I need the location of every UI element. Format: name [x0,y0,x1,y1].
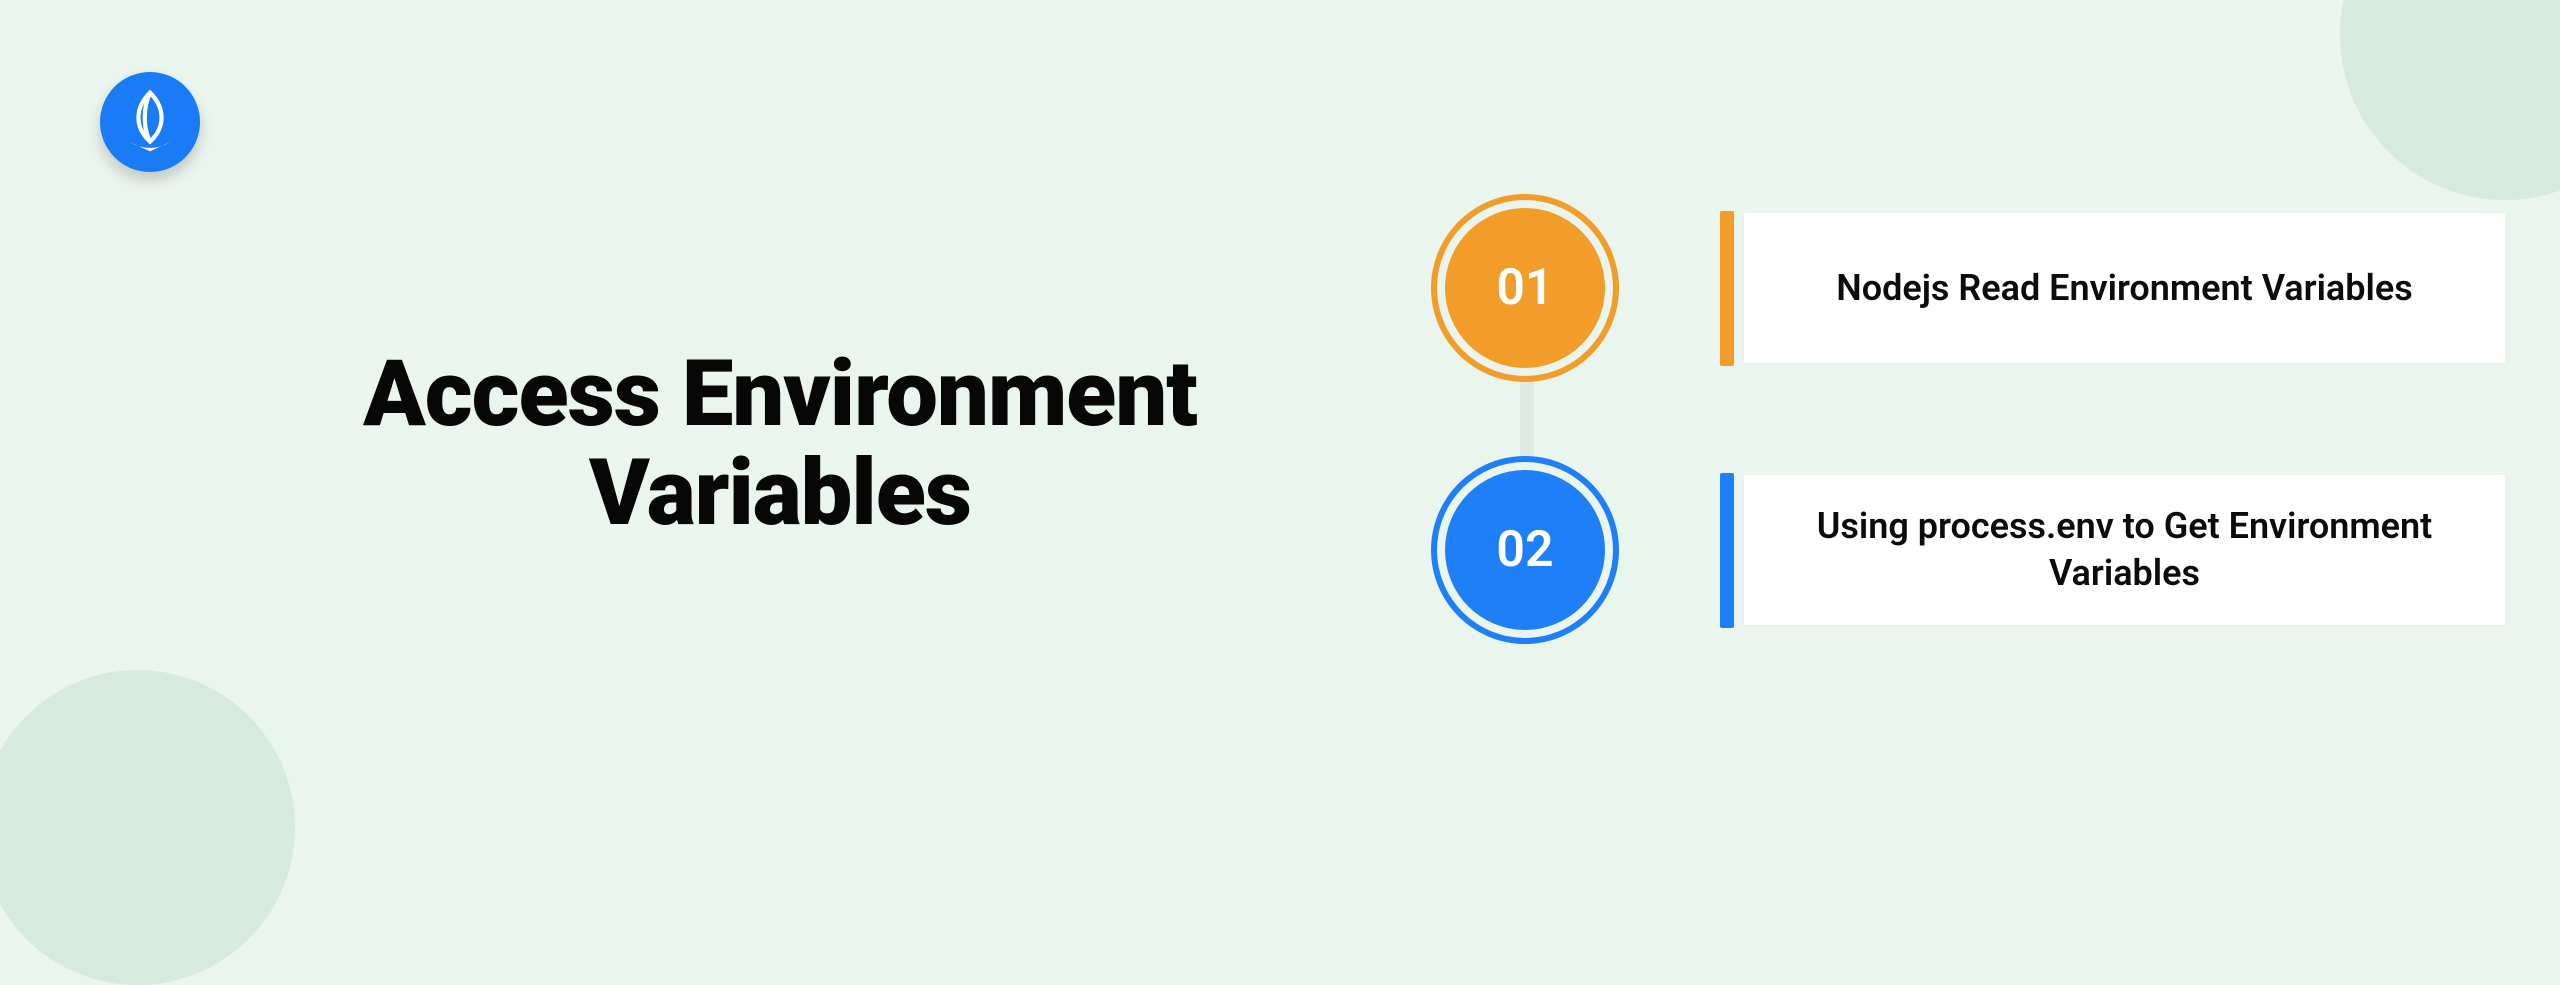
page-title: Access Environment Variables [330,345,1230,544]
step-accent-bar [1720,473,1734,628]
steps-list: 01 Nodejs Read Environment Variables 02 … [1445,218,2505,620]
step-number-badge: 02 [1445,470,1605,630]
step-number-badge: 01 [1445,208,1605,368]
step-label: Using process.env to Get Environment Var… [1794,503,2455,597]
step-item: 02 Using process.env to Get Environment … [1445,480,2505,620]
title-line-1: Access Environment [363,341,1197,448]
brand-logo [100,72,200,172]
sailboat-icon [115,87,185,157]
step-label: Nodejs Read Environment Variables [1836,265,2413,312]
decorative-circle-top-right [2340,0,2560,200]
step-card: Nodejs Read Environment Variables [1744,213,2505,363]
step-card: Using process.env to Get Environment Var… [1744,475,2505,625]
decorative-circle-bottom-left [0,670,295,985]
step-number: 01 [1496,259,1553,317]
step-number: 02 [1496,521,1553,579]
step-accent-bar [1720,211,1734,366]
title-line-2: Variables [589,440,971,547]
step-item: 01 Nodejs Read Environment Variables [1445,218,2505,358]
